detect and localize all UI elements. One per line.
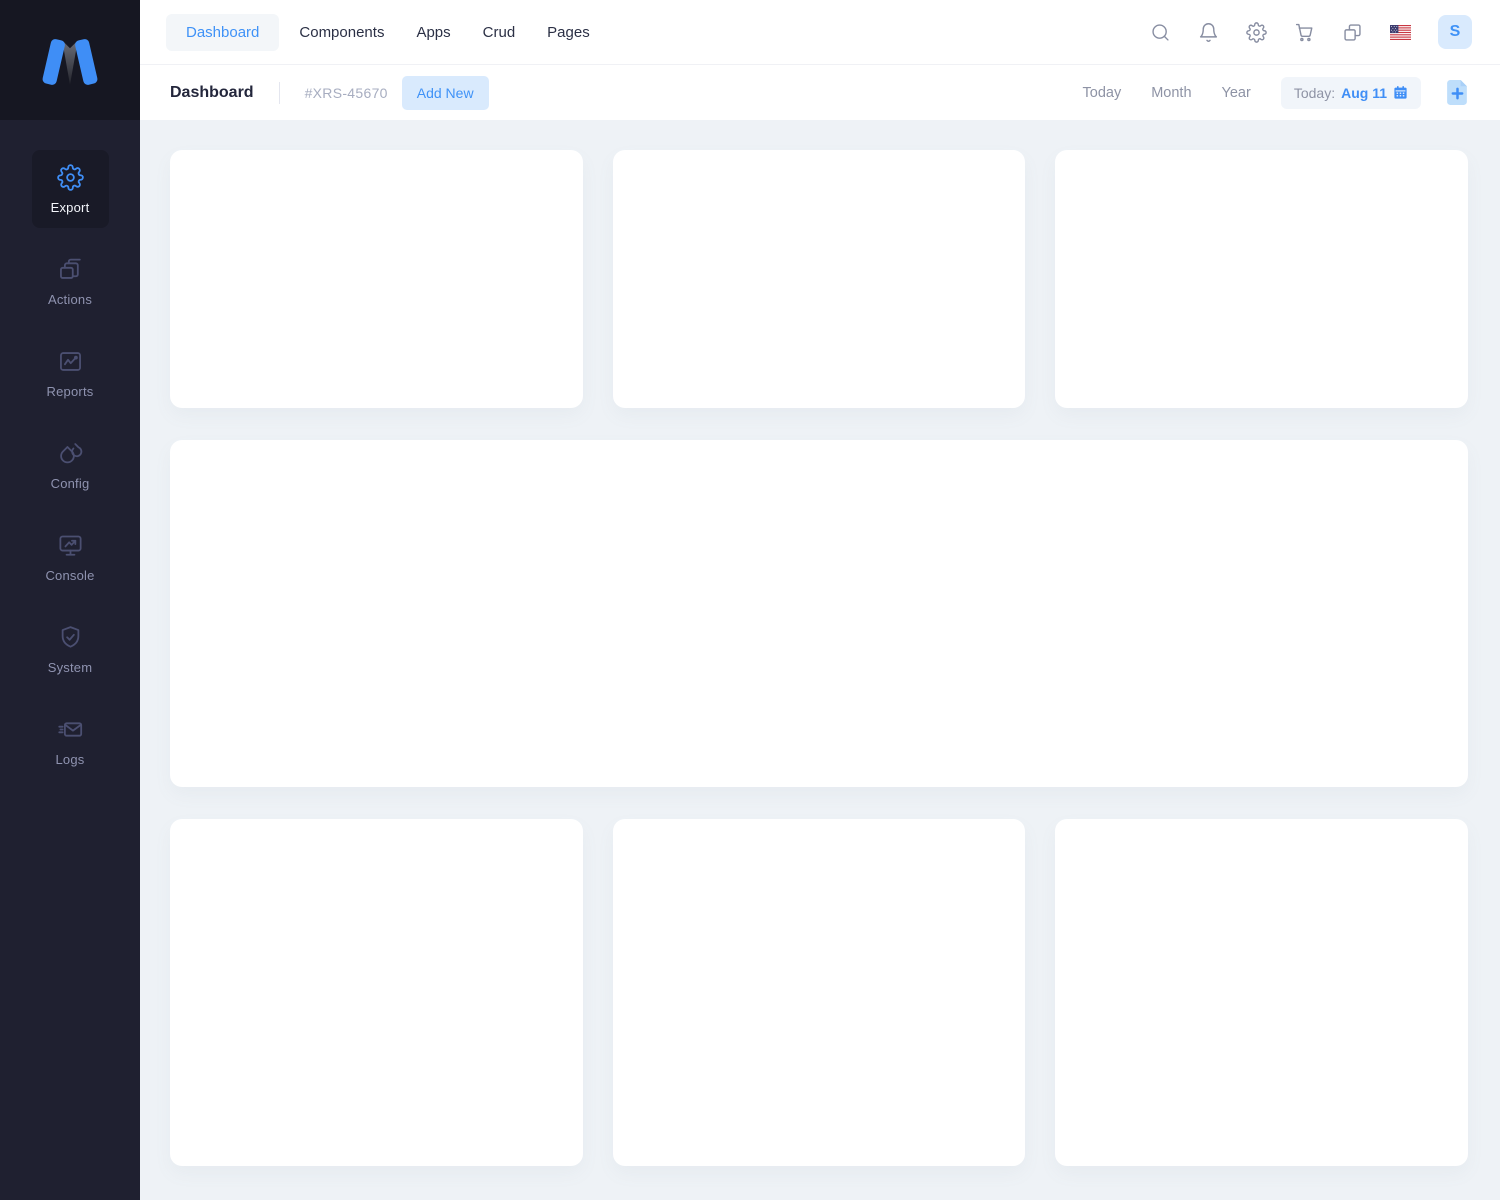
nav-item-crud[interactable]: Crud	[471, 14, 528, 51]
us-flag-icon[interactable]	[1390, 25, 1411, 40]
date-picker-chip[interactable]: Today: Aug 11	[1281, 77, 1421, 109]
brand-m-logo	[37, 34, 103, 86]
shield-check-icon	[36, 624, 105, 651]
copy-icon[interactable]	[1342, 22, 1363, 43]
main-column: Dashboard Components Apps Crud Pages	[140, 0, 1500, 1200]
page-toolbar: Dashboard #XRS-45670 Add New Today Month…	[140, 64, 1500, 120]
send-mail-icon	[36, 716, 105, 743]
sidebar-item-label: System	[36, 660, 105, 675]
date-value: Aug 11	[1341, 85, 1387, 101]
divider	[279, 82, 280, 104]
sidebar-item-label: Config	[36, 476, 105, 491]
user-avatar[interactable]: S	[1438, 15, 1472, 49]
sidebar-item-export[interactable]: Export	[32, 150, 109, 228]
filter-today[interactable]: Today	[1083, 85, 1122, 101]
sidebar-item-label: Console	[36, 568, 105, 583]
add-new-button[interactable]: Add New	[402, 76, 489, 110]
nav-item-pages[interactable]: Pages	[535, 14, 602, 51]
top-navbar: Dashboard Components Apps Crud Pages	[140, 0, 1500, 64]
widget-card	[613, 819, 1026, 1166]
widget-card	[170, 150, 583, 408]
sidebar-menu: Export Actions Reports	[0, 120, 140, 794]
sidebar-item-config[interactable]: Config	[32, 426, 109, 504]
widget-card	[613, 150, 1026, 408]
date-label: Today:	[1294, 85, 1335, 101]
sidebar-item-console[interactable]: Console	[32, 518, 109, 596]
gear-icon[interactable]	[1246, 22, 1267, 43]
sidebar-item-logs[interactable]: Logs	[32, 702, 109, 780]
page-reference: #XRS-45670	[305, 85, 388, 101]
search-icon[interactable]	[1150, 22, 1171, 43]
bell-icon[interactable]	[1198, 22, 1219, 43]
droplets-icon	[36, 440, 105, 467]
sidebar-item-reports[interactable]: Reports	[32, 334, 109, 412]
sidebar: Export Actions Reports	[0, 0, 140, 1200]
chart-frame-icon	[36, 348, 105, 375]
gear-icon	[36, 164, 105, 191]
monitor-icon	[36, 532, 105, 559]
sidebar-item-label: Export	[36, 200, 105, 215]
layers-icon	[36, 256, 105, 283]
sidebar-item-actions[interactable]: Actions	[32, 242, 109, 320]
sidebar-item-label: Reports	[36, 384, 105, 399]
filter-year[interactable]: Year	[1222, 85, 1251, 101]
sidebar-item-label: Logs	[36, 752, 105, 767]
cart-icon[interactable]	[1294, 22, 1315, 43]
widget-card	[1055, 819, 1468, 1166]
calendar-icon	[1393, 85, 1408, 100]
nav-item-dashboard[interactable]: Dashboard	[166, 14, 279, 51]
main-menu: Dashboard Components Apps Crud Pages	[166, 14, 602, 51]
nav-item-components[interactable]: Components	[287, 14, 396, 51]
bottom-card-row	[170, 819, 1468, 1166]
sidebar-item-system[interactable]: System	[32, 610, 109, 688]
nav-actions: S	[1150, 15, 1472, 49]
filter-month[interactable]: Month	[1151, 85, 1191, 101]
new-file-plus-button[interactable]	[1445, 79, 1470, 106]
widget-card	[170, 819, 583, 1166]
dashboard-content	[140, 120, 1500, 1200]
toolbar-right: Today Month Year Today: Aug 11	[1083, 77, 1470, 109]
nav-item-apps[interactable]: Apps	[404, 14, 462, 51]
sidebar-item-label: Actions	[36, 292, 105, 307]
wide-widget-card	[170, 440, 1468, 787]
app-logo[interactable]	[0, 0, 140, 120]
top-card-row	[170, 150, 1468, 408]
widget-card	[1055, 150, 1468, 408]
page-title: Dashboard	[170, 84, 254, 102]
